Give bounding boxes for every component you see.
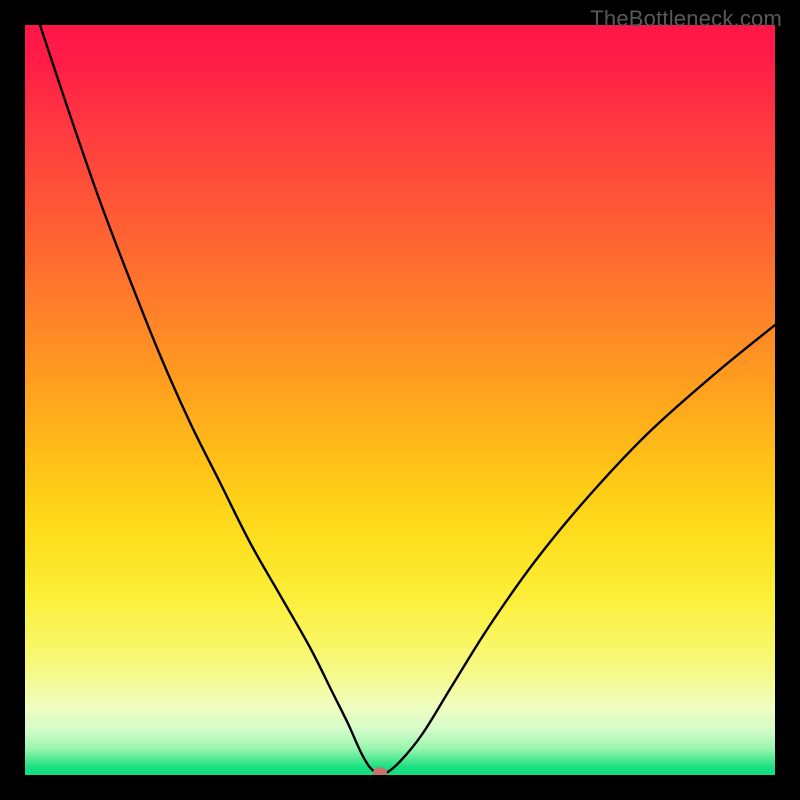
bottleneck-curve: [40, 25, 775, 774]
curve-layer: [25, 25, 775, 775]
watermark-text: TheBottleneck.com: [590, 6, 782, 32]
optimal-point-marker: [373, 767, 387, 775]
plot-area: [25, 25, 775, 775]
